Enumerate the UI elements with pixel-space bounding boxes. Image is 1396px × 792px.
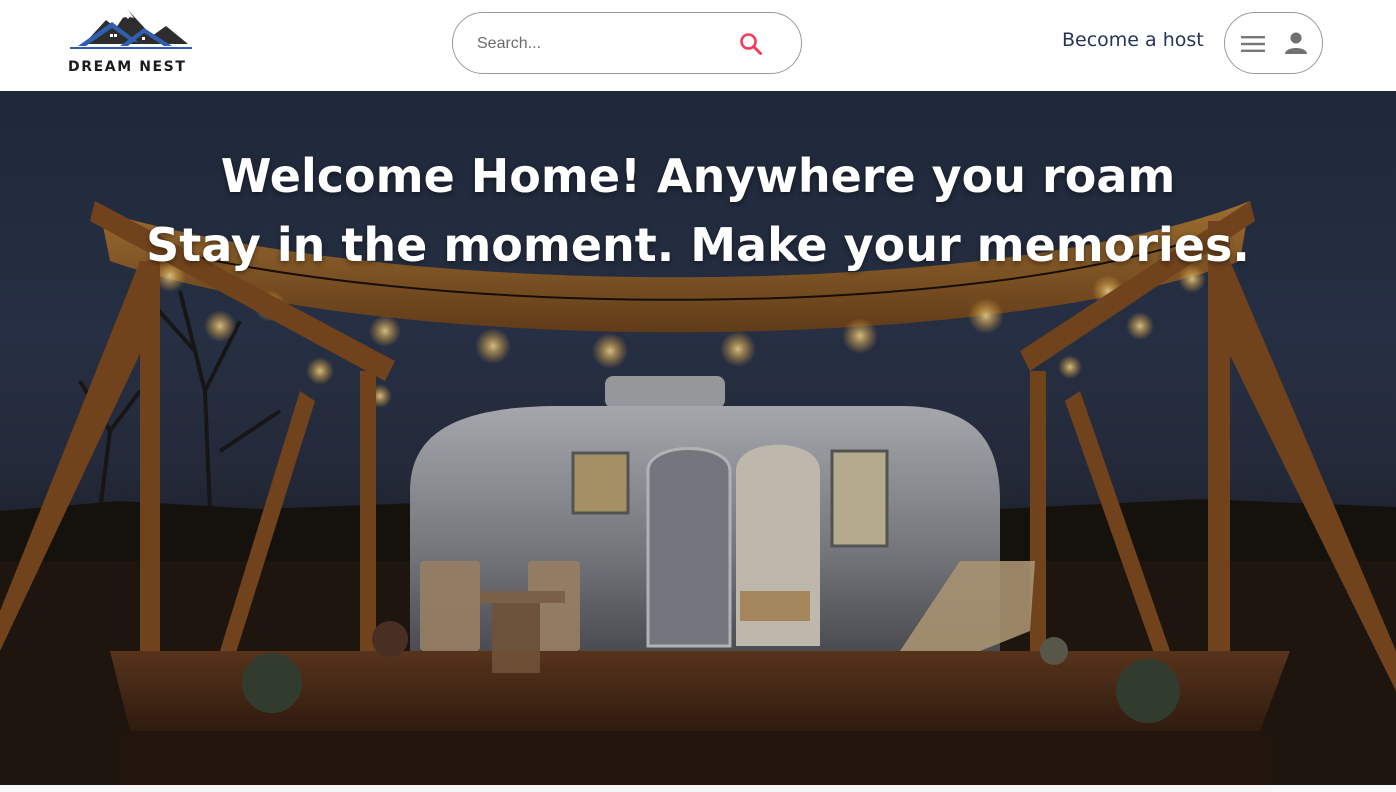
account-menu-button[interactable] <box>1224 12 1323 74</box>
menu-icon <box>1241 34 1265 54</box>
hero-banner: Welcome Home! Anywhere you roam Stay in … <box>0 91 1396 785</box>
mountain-house-logo <box>70 10 192 49</box>
brand-logo[interactable]: DREAM NEST <box>66 6 192 76</box>
search-icon[interactable] <box>738 31 764 57</box>
hero-headline-line-2: Stay in the moment. Make your memories. <box>146 218 1250 272</box>
search-input[interactable] <box>477 31 727 57</box>
brand-name: DREAM NEST <box>68 59 187 75</box>
page-bottom-edge <box>0 785 1396 792</box>
top-navbar: DREAM NEST Become a host <box>0 0 1396 91</box>
person-icon <box>1283 30 1309 56</box>
become-host-link[interactable]: Become a host <box>1062 29 1204 57</box>
search-bar <box>452 12 802 74</box>
hero-headline-line-1: Welcome Home! Anywhere you roam <box>220 149 1176 203</box>
